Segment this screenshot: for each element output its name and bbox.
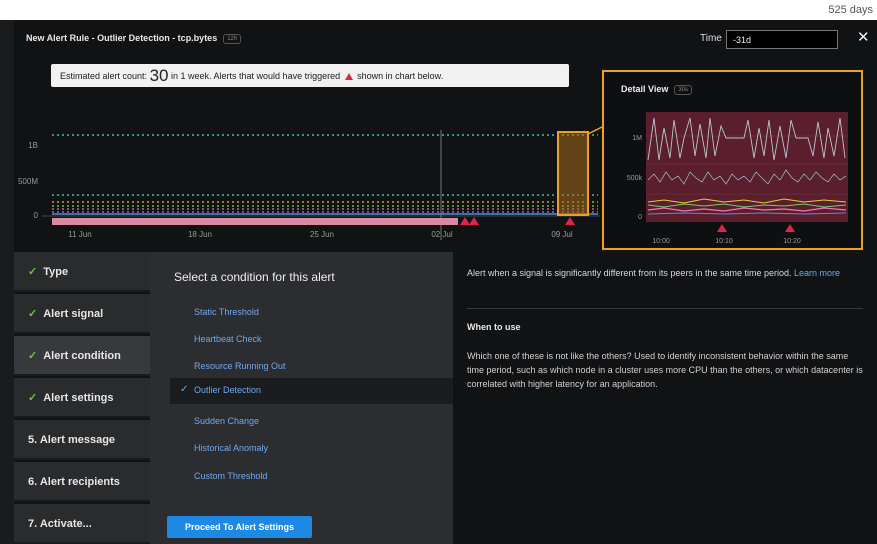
- condition-description-text: Alert when a signal is significantly dif…: [467, 268, 792, 278]
- main-chart[interactable]: 1B 500M 0 11 Jun 18 Jun 25 Jun 02 Jul 09…: [14, 90, 604, 252]
- detail-y-tick-500k: 500k: [627, 175, 643, 182]
- detail-y-tick-0: 0: [638, 214, 642, 221]
- step-label: Alert settings: [43, 392, 114, 404]
- condition-label: Outlier Detection: [194, 385, 262, 395]
- step-label: 6. Alert recipients: [28, 476, 120, 488]
- check-icon: ✓: [28, 266, 38, 278]
- alert-region-bar: [52, 218, 458, 225]
- condition-resource-running-out[interactable]: Resource Running Out: [194, 361, 286, 371]
- step-alert-message[interactable]: 5. Alert message: [14, 420, 150, 460]
- step-label: 7. Activate...: [28, 518, 92, 530]
- check-icon: ✓: [28, 350, 38, 362]
- main-x-tick-18jun: 18 Jun: [188, 230, 212, 239]
- condition-heartbeat-check[interactable]: Heartbeat Check: [194, 334, 262, 344]
- days-remaining-text: 525 days: [828, 4, 873, 16]
- background-strip: 525 days: [0, 0, 877, 20]
- step-type[interactable]: ✓ Type: [14, 252, 150, 292]
- detail-view-title-text: Detail View: [621, 84, 669, 94]
- main-x-tick-11jun: 11 Jun: [68, 230, 91, 239]
- learn-more-link[interactable]: Learn more: [794, 268, 840, 278]
- time-range-input[interactable]: [726, 30, 838, 49]
- step-alert-condition[interactable]: ✓ Alert condition: [14, 336, 150, 376]
- when-to-use-title: When to use: [467, 322, 521, 332]
- close-icon[interactable]: ✕: [857, 28, 870, 46]
- alert-marker-2: [469, 217, 479, 225]
- main-y-tick-1b: 1B: [28, 141, 38, 150]
- step-label: Alert signal: [43, 308, 104, 320]
- estimate-suffix: in 1 week. Alerts that would have trigge…: [171, 71, 341, 81]
- alert-marker-1: [460, 217, 470, 225]
- detail-alert-marker-1: [717, 224, 727, 232]
- estimate-prefix: Estimated alert count:: [60, 71, 148, 81]
- condition-description: Alert when a signal is significantly dif…: [467, 267, 865, 280]
- estimated-alert-banner: Estimated alert count: 30 in 1 week. Ale…: [51, 64, 569, 87]
- resolution-badge: 12h: [223, 34, 242, 44]
- main-y-tick-500m: 500M: [18, 177, 38, 186]
- alert-triangle-icon: [344, 73, 353, 80]
- time-label: Time: [700, 33, 722, 44]
- estimate-count: 30: [149, 66, 169, 85]
- alert-marker-3: [565, 217, 575, 225]
- info-panel: Alert when a signal is significantly dif…: [453, 252, 877, 544]
- modal-title-text: New Alert Rule - Outlier Detection - tcp…: [26, 33, 218, 43]
- condition-custom-threshold[interactable]: Custom Threshold: [194, 471, 267, 481]
- alert-rule-modal: New Alert Rule - Outlier Detection - tcp…: [14, 20, 877, 544]
- detail-x-tick-1010: 10:10: [715, 238, 733, 245]
- check-icon: ✓: [28, 308, 38, 320]
- step-alert-signal[interactable]: ✓ Alert signal: [14, 294, 150, 334]
- main-x-tick-25jun: 25 Jun: [310, 230, 334, 239]
- condition-historical-anomaly[interactable]: Historical Anomaly: [194, 443, 268, 453]
- detail-resolution-badge: 30s: [674, 85, 693, 95]
- detail-highlight-box: [557, 131, 589, 216]
- detail-x-tick-1020: 10:20: [783, 238, 801, 245]
- estimate-suffix-2: shown in chart below.: [357, 71, 444, 81]
- step-label: Type: [43, 266, 69, 278]
- step-alert-recipients[interactable]: 6. Alert recipients: [14, 462, 150, 502]
- detail-alert-marker-2: [785, 224, 795, 232]
- main-x-tick-02jul: 02 Jul: [431, 230, 453, 239]
- detail-chart: 1M 500k 0 10:00 10:10 10:20: [627, 112, 848, 245]
- step-alert-settings[interactable]: ✓ Alert settings: [14, 378, 150, 418]
- condition-panel-title: Select a condition for this alert: [174, 270, 335, 284]
- when-to-use-body: Which one of these is not like the other…: [467, 351, 863, 389]
- detail-view-title: Detail View 30s: [621, 84, 693, 95]
- condition-sudden-change[interactable]: Sudden Change: [194, 416, 259, 426]
- condition-static-threshold[interactable]: Static Threshold: [194, 307, 259, 317]
- detail-x-tick-1000: 10:00: [652, 238, 670, 245]
- step-activate[interactable]: 7. Activate...: [14, 504, 150, 544]
- divider: [467, 308, 863, 309]
- modal-title: New Alert Rule - Outlier Detection - tcp…: [26, 33, 242, 44]
- step-label: 5. Alert message: [28, 434, 116, 446]
- detail-y-tick-1m: 1M: [632, 135, 642, 142]
- proceed-button[interactable]: Proceed To Alert Settings: [167, 516, 312, 538]
- condition-panel: Select a condition for this alert Static…: [150, 252, 453, 544]
- step-label: Alert condition: [43, 350, 121, 362]
- condition-outlier-detection[interactable]: ✓ Outlier Detection: [170, 378, 453, 404]
- main-y-tick-0: 0: [34, 211, 39, 220]
- main-x-tick-09jul: 09 Jul: [551, 230, 573, 239]
- detail-view-panel[interactable]: Detail View 30s 1M 500k 0 10:00 10:10 10:…: [602, 70, 863, 250]
- check-icon: ✓: [28, 392, 38, 404]
- modal-header: New Alert Rule - Outlier Detection - tcp…: [14, 20, 877, 58]
- check-icon: ✓: [180, 384, 189, 395]
- wizard-steps: ✓ Type ✓ Alert signal ✓ Alert condition ✓ Al…: [14, 252, 150, 544]
